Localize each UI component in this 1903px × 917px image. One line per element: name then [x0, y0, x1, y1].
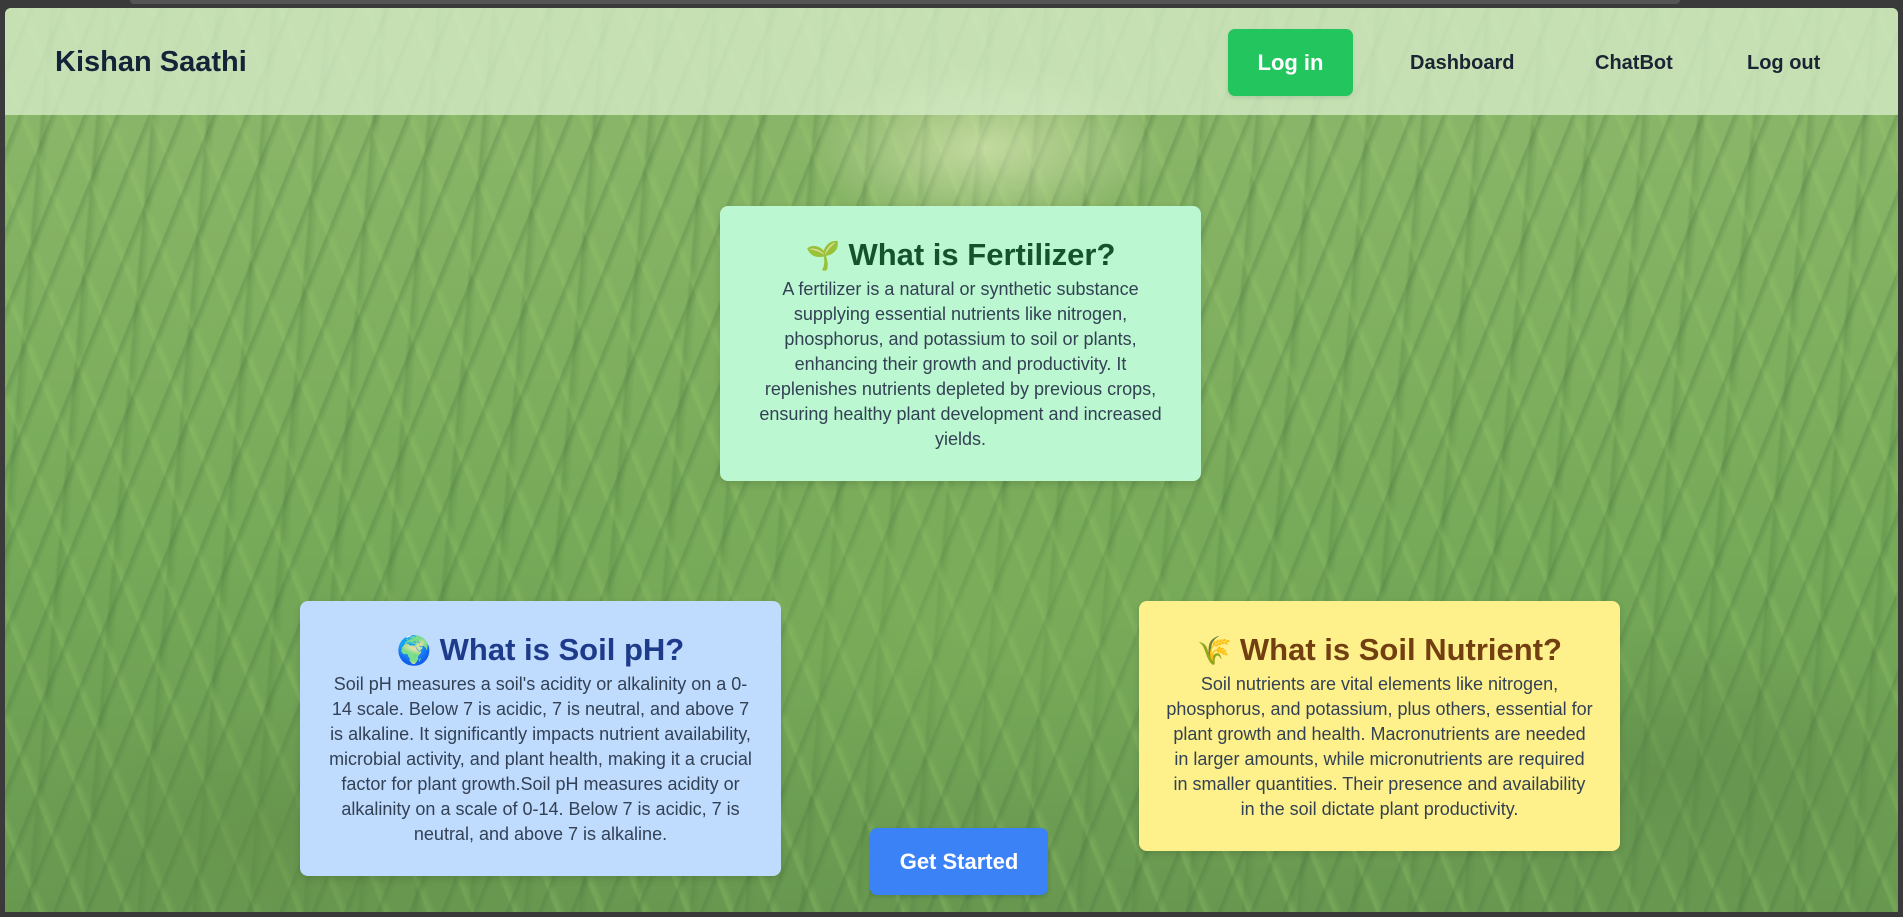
soil-nutrient-card: 🌾 What is Soil Nutrient? Soil nutrients a… [1139, 601, 1620, 851]
soil-nutrient-card-body: Soil nutrients are vital elements like n… [1166, 674, 1593, 819]
nav-chatbot-link[interactable]: ChatBot [1595, 52, 1673, 75]
brand-logo[interactable]: Kishan Saathi [55, 46, 247, 79]
browser-window: Kishan Saathi Log in Dashboard ChatBot L… [0, 0, 1903, 917]
fertilizer-card-body: A fertilizer is a natural or synthetic s… [759, 279, 1162, 449]
browser-top-edge [130, 0, 1680, 4]
soil-ph-card-title: 🌍 What is Soil pH? [328, 633, 753, 668]
corn-icon: 🌾 [1197, 634, 1232, 667]
nav-logout-link[interactable]: Log out [1747, 52, 1820, 75]
soil-ph-card-body: Soil pH measures a soil's acidity or alk… [329, 674, 752, 844]
window-right-edge [1898, 0, 1903, 917]
globe-icon: 🌍 [396, 634, 432, 667]
navbar: Kishan Saathi Log in Dashboard ChatBot L… [5, 8, 1898, 115]
nav-dashboard-link[interactable]: Dashboard [1410, 52, 1514, 75]
hero-background: Kishan Saathi Log in Dashboard ChatBot L… [5, 8, 1898, 912]
fertilizer-card-title: 🌱 What is Fertilizer? [756, 238, 1165, 273]
fertilizer-title-text: What is Fertilizer? [848, 237, 1116, 272]
fertilizer-card: 🌱 What is Fertilizer? A fertilizer is a n… [720, 206, 1201, 481]
soil-ph-card: 🌍 What is Soil pH? Soil pH measures a soi… [300, 601, 781, 876]
login-button[interactable]: Log in [1228, 29, 1353, 96]
soil-ph-title-text: What is Soil pH? [439, 632, 685, 667]
soil-nutrient-card-title: 🌾 What is Soil Nutrient? [1165, 633, 1594, 668]
soil-nutrient-title-text: What is Soil Nutrient? [1239, 632, 1562, 667]
seedling-icon: 🌱 [805, 239, 841, 272]
get-started-button[interactable]: Get Started [870, 828, 1048, 895]
